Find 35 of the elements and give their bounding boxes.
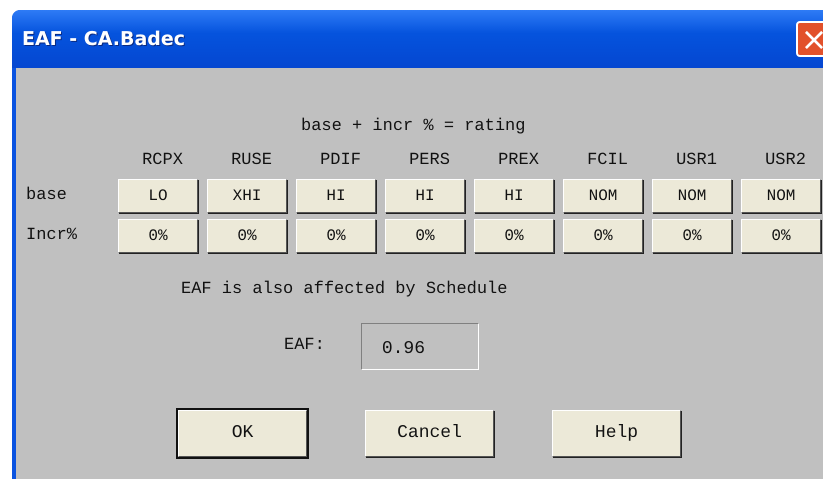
row-label: Incr% [26,225,78,248]
close-button[interactable]: × [796,21,823,57]
rating-button[interactable]: NOM [741,179,821,213]
rating-button[interactable]: 0% [118,219,198,253]
rating-button[interactable]: HI [296,179,376,213]
dialog-button[interactable]: Help [552,410,681,456]
dialog-button[interactable]: OK [178,410,307,456]
rating-button[interactable]: NOM [652,179,732,213]
rating-button[interactable]: 0% [741,219,821,253]
column-header: PREX [498,150,539,170]
eaf-label: EAF: [284,335,325,358]
rating-button[interactable]: XHI [207,179,287,213]
column-header: PERS [409,150,450,170]
rating-button[interactable]: HI [385,179,465,213]
rating-button[interactable]: HI [474,179,554,213]
eaf-field[interactable]: 0.96 [360,322,479,370]
note-text: EAF is also affected by Schedule [181,280,508,299]
rating-button[interactable]: 0% [207,219,287,253]
column-header: FCIL [587,150,628,170]
rating-button[interactable]: 0% [296,219,376,253]
rating-button[interactable]: LO [118,179,198,213]
row-label: base [26,185,67,208]
column-header: USR1 [676,150,717,170]
dialog-button[interactable]: Cancel [365,410,494,456]
rating-button[interactable]: NOM [563,179,643,213]
rating-button[interactable]: 0% [474,219,554,253]
column-header: USR2 [765,150,806,170]
column-header: RUSE [231,150,272,170]
column-header: PDIF [320,150,361,170]
window-title: EAF - CA.Badec [22,26,186,52]
column-header: RCPX [142,150,183,170]
rating-button[interactable]: 0% [652,219,732,253]
rating-button[interactable]: 0% [385,219,465,253]
formula-heading: base + incr % = rating [301,117,526,136]
rating-button[interactable]: 0% [563,219,643,253]
